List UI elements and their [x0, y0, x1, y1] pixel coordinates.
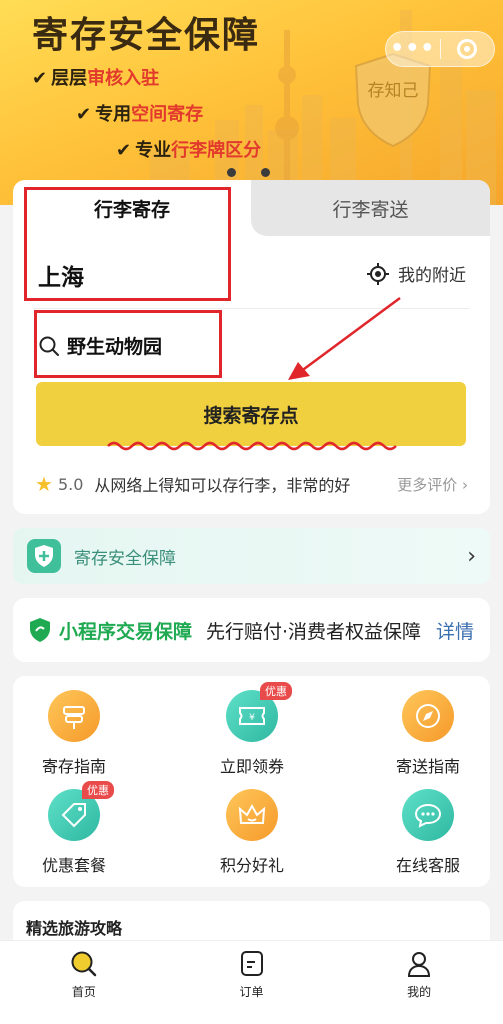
service-label: 优惠套餐 [41, 856, 106, 875]
guarantee-details-link[interactable]: 详情 [436, 617, 474, 644]
search-storage-button[interactable]: 搜索寄存点 [36, 382, 466, 446]
more-reviews-link[interactable]: 更多评价 › [397, 474, 468, 495]
divider [33, 308, 470, 309]
coupon-icon: ¥ 优惠 [226, 682, 292, 742]
service-label: 寄存指南 [41, 757, 106, 776]
banner-title: 寄存安全保障 [32, 15, 261, 56]
tab-orders[interactable]: 订单 [168, 941, 336, 1024]
profile-icon [408, 952, 431, 977]
annotation-box-tab-city [24, 187, 231, 301]
crown-icon [226, 789, 278, 841]
services-grid: 寄存指南 ¥ 优惠 立即领券 寄送指南 优惠 优惠套餐 积分好礼 在线客服 [13, 676, 490, 887]
carousel-indicator[interactable] [227, 162, 295, 181]
storage-safety-label: 寄存安全保障 [74, 548, 176, 569]
guarantee-description: 先行赔付·消费者权益保障 [206, 620, 422, 643]
more-menu-button[interactable]: ••• [386, 31, 440, 67]
tab-home[interactable]: 首页 [0, 941, 168, 1024]
service-online-support[interactable]: 在线客服 [363, 789, 493, 876]
check-icon: ✔ [76, 104, 92, 125]
nearby-button[interactable]: 我的附近 [367, 261, 466, 286]
service-label: 寄送指南 [395, 757, 460, 776]
order-icon [240, 951, 263, 976]
shield-plus-icon [27, 539, 61, 573]
compass-icon [402, 690, 454, 742]
review-row[interactable]: ★ 5.0 从网络上得知可以存行李，非常的好 更多评价 › [35, 472, 468, 496]
chevron-right-icon: › [462, 475, 468, 494]
svg-text:¥: ¥ [249, 713, 255, 723]
svg-text:存知己: 存知己 [368, 81, 419, 101]
service-label: 立即领券 [219, 757, 284, 776]
trade-guarantee-row[interactable]: 小程序交易保障 先行赔付·消费者权益保障 详情 [13, 598, 490, 662]
service-discount-package[interactable]: 优惠 优惠套餐 [9, 781, 139, 876]
target-circle-icon [457, 39, 478, 59]
nearby-label: 我的附近 [398, 266, 466, 286]
tab-luggage-delivery[interactable]: 行李寄送 [251, 180, 490, 236]
check-icon: ✔ [116, 140, 132, 161]
tab-label: 首页 [71, 985, 96, 999]
star-icon: ★ [35, 472, 53, 496]
locate-icon [367, 262, 389, 285]
service-label: 积分好礼 [219, 856, 284, 875]
review-text: 从网络上得知可以存行李，非常的好 [94, 476, 351, 495]
review-score: 5.0 [57, 474, 84, 494]
discount-badge: 优惠 [260, 682, 292, 700]
tag-icon: 优惠 [48, 781, 114, 841]
discount-badge: 优惠 [82, 781, 114, 799]
green-shield-icon [30, 618, 50, 642]
signpost-icon [48, 690, 100, 742]
tab-label: 我的 [407, 985, 432, 999]
section-title: 精选旅游攻略 [26, 919, 123, 938]
service-points-gift[interactable]: 积分好礼 [187, 789, 317, 876]
check-icon: ✔ [32, 68, 48, 89]
feature-1: ✔ 层层审核入驻 [32, 68, 160, 89]
close-miniprogram-button[interactable] [440, 39, 494, 59]
annotation-box-keyword [34, 310, 222, 378]
service-label: 在线客服 [395, 856, 460, 875]
chevron-right-icon: › [467, 543, 476, 569]
home-search-icon [71, 951, 97, 977]
tab-profile[interactable]: 我的 [335, 941, 503, 1024]
guarantee-title: 小程序交易保障 [59, 620, 193, 643]
storage-safety-row[interactable]: 寄存安全保障 › [13, 528, 490, 584]
miniprogram-capsule: ••• [385, 31, 495, 67]
feature-3: ✔ 专业行李牌区分 [116, 140, 262, 161]
bottom-tab-bar: 首页 订单 我的 [0, 940, 503, 1024]
chat-icon [402, 789, 454, 841]
feature-2: ✔ 专用空间寄存 [76, 104, 204, 125]
service-storage-guide[interactable]: 寄存指南 [9, 690, 139, 777]
service-get-coupon[interactable]: ¥ 优惠 立即领券 [187, 682, 317, 777]
tab-label: 订单 [239, 985, 264, 999]
service-delivery-guide[interactable]: 寄送指南 [363, 690, 493, 777]
